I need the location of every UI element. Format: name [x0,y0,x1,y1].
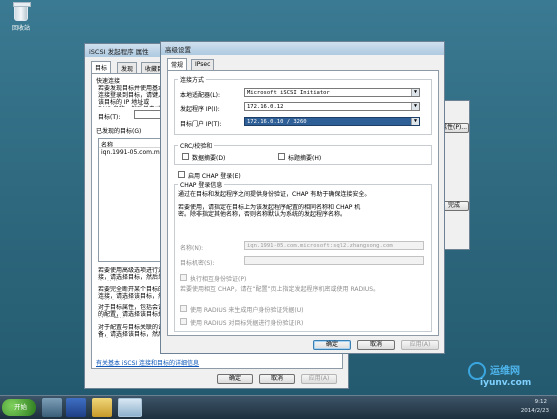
recycle-bin-icon [13,2,31,21]
target-secret-input[interactable] [244,256,424,265]
enable-chap-label[interactable]: 启用 CHAP 登录(E) [188,171,241,180]
quick-connect-desc: 若要发现目标并使用基本连接登录到目标，请键入该目标的 IP 地址或 DNS 名称… [98,85,164,107]
help-text-connect: 若要使用高级选项进行连接，请选择目标，然后单击“连接”。 [98,267,165,281]
help-text-devices: 对于配置与目标关联的设备，请选择该目标，然后单击“设备”。 [98,324,165,338]
target-portal-select[interactable]: 172.16.0.10 / 3260 ▼ [244,117,420,126]
quick-connect-heading: 快速连接 [96,78,121,85]
chevron-down-icon[interactable]: ▼ [411,89,419,96]
clock-time[interactable]: 9:12 [535,399,547,405]
chap-name-input[interactable]: iqn.1991-05.com.microsoft:sql2.zhangsong… [244,241,424,250]
tab-targets[interactable]: 目标 [91,61,112,73]
data-digest-checkbox[interactable] [182,153,189,160]
explorer-folder-icon[interactable] [92,398,112,417]
watermark-url: iyunv.com [480,378,532,388]
target-secret-label: 目标机密(S): [180,260,215,267]
header-digest-checkbox[interactable] [278,153,285,160]
cancel-button[interactable]: 取消 [259,374,295,384]
system-tray: 9:12 2014/2/23 [413,398,553,417]
radius-user-label[interactable]: 使用 RADIUS 来生成用户身份验证凭据(U) [190,305,304,314]
local-adapter-select[interactable]: Microsoft iSCSI Initiator ▼ [244,88,420,97]
target-label: 目标(T): [98,114,121,121]
chap-name-label: 名称(N): [180,245,204,252]
help-link[interactable]: 有关基本 iSCSI 连接和目标的详细信息 [96,358,199,367]
list-item[interactable]: iqn.1991-05.com.microsoft:sql2.zhangsong… [101,149,169,156]
chap-heading: CHAP 登录信息 [178,180,225,189]
tab-general[interactable]: 常规 [167,58,188,70]
chap-desc: 通过在目标和发起程序之间提供身份验证，CHAP 有助于确保连接安全。 [178,191,371,198]
recycle-bin-label: 回收站 [11,25,30,32]
target-portal-label: 目标门户 IP(T): [180,121,222,128]
radius-user-checkbox[interactable] [180,305,187,312]
watermark-title: 运维网 [490,366,520,377]
radius-target-label[interactable]: 使用 RADIUS 对目标凭据进行身份验证(R) [190,318,303,327]
apply-button[interactable]: 应用(A) [301,374,337,384]
taskbar: 开始 9:12 2014/2/23 [0,395,557,419]
crc-heading: CRC/校验和 [178,141,215,150]
chevron-down-icon[interactable]: ▼ [411,103,419,110]
radius-target-checkbox[interactable] [180,318,187,325]
help-text-properties: 对于目标属性，包括会话的配置，请选择该目标并单击“属性”。 [98,304,165,318]
server-manager-icon[interactable] [42,398,62,417]
iscsi-initiator-taskbar-icon[interactable] [118,398,142,417]
general-panel: 连接方式 本地适配器(L): Microsoft iSCSI Initiator… [167,70,439,336]
help-text-disconnect: 若要完全断开某个目标的连接，请选择该目标，然后单击“断开连接”。 [98,286,165,300]
cancel-button[interactable]: 取消 [357,340,395,350]
recycle-bin-shortcut[interactable]: 回收站 [6,2,36,32]
ok-button[interactable]: 确定 [217,374,253,384]
chevron-down-icon[interactable]: ▼ [411,118,419,125]
start-button[interactable]: 开始 [2,399,36,416]
mutual-auth-label[interactable]: 执行相互身份验证(P) [190,274,246,283]
local-adapter-label: 本地适配器(L): [180,92,221,99]
mutual-auth-desc: 若要使用相互 CHAP，请在“配置”页上指定发起程序机密或使用 RADIUS。 [180,286,380,293]
enable-chap-checkbox[interactable] [178,171,185,178]
apply-button[interactable]: 应用(A) [401,340,439,350]
dialog-title: 高级设置 [161,42,444,55]
desktop: 回收站 iSCSI 发起程序 属性 目标 发现 收藏目 快速连接 若要发现目标并… [0,0,557,395]
tab-ipsec[interactable]: IPsec [191,59,215,70]
data-digest-label[interactable]: 数据摘要(D) [192,153,225,162]
clock-date[interactable]: 2014/2/23 [521,408,549,414]
powershell-icon[interactable] [66,398,86,417]
advanced-settings-dialog: 高级设置 常规 IPsec 连接方式 本地适配器(L): Microsoft i… [160,41,445,354]
mutual-auth-checkbox[interactable] [180,274,187,281]
initiator-ip-select[interactable]: 172.16.0.12 ▼ [244,102,420,111]
connect-by-heading: 连接方式 [178,75,207,84]
initiator-ip-label: 发起程序 IP(I): [180,106,220,113]
watermark: 运维网 iyunv.com [468,360,554,394]
ok-button[interactable]: 确定 [313,340,351,350]
header-digest-label[interactable]: 标题摘要(H) [288,153,321,162]
tab-discovery[interactable]: 发现 [117,62,138,73]
chap-desc-2: 若要使用，请指定在目标上为该发起程序配置的相同名称和 CHAP 机密。除非指定其… [178,204,361,218]
discovered-targets-heading: 已发现的目标(G) [96,128,142,135]
